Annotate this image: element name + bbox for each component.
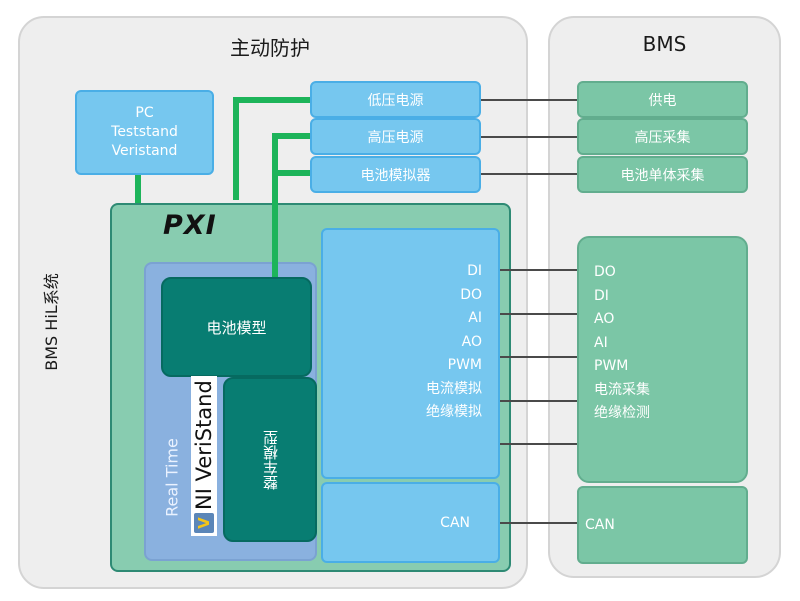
wire-lv-horizontal [233,97,311,103]
wire-io-4 [500,400,577,402]
pxi-io-ao: AO [461,333,482,350]
bms-can-label: CAN [585,517,615,533]
battery-model-block[interactable]: 电池模型 [161,277,312,377]
bms-io-insulation-detect: 绝缘检测 [594,405,650,421]
wire-lv-bms [481,99,577,101]
bms-io-box[interactable]: DO DI AO AI PWM 电流采集 绝缘检测 [577,236,748,483]
pxi-io-pwm: PWM [447,357,482,373]
veristand-label: Veristand [111,143,178,159]
pc-teststand-box[interactable]: PC Teststand Veristand [75,90,214,175]
bms-cell-acquisition-box[interactable]: 电池单体采集 [577,156,748,193]
wire-lv-vertical [233,97,239,200]
wire-io-3 [500,356,577,358]
veristand-icon: V [194,513,214,533]
bms-io-current-acq: 电流采集 [594,381,650,398]
pxi-can-box[interactable]: CAN [321,482,500,563]
pxi-io-insulation-sim: 绝缘模拟 [426,404,482,420]
pxi-io-current-sim: 电流模拟 [426,380,482,397]
wire-batsim-horizontal [272,170,311,176]
battery-simulator-box[interactable]: 电池模拟器 [310,156,481,193]
wire-hv-bms [481,136,577,138]
pxi-io-box[interactable]: DI DO AI AO PWM 电流模拟 绝缘模拟 [321,228,500,479]
active-protection-title: 主动防护 [230,36,310,60]
bms-hv-acquisition-box[interactable]: 高压采集 [577,118,748,155]
pc-label: PC [135,105,154,121]
pxi-io-do: DO [460,286,482,303]
bms-title: BMS [642,32,687,56]
low-voltage-supply-box[interactable]: 低压电源 [310,81,481,118]
bms-io-pwm: PWM [594,358,629,374]
pxi-logo: PXI [163,210,217,241]
vehicle-model-label: 整车模型 [261,429,280,490]
veristand-label: NI VeriStand [192,380,216,510]
wire-hv-horizontal [272,133,311,139]
pxi-io-di: DI [467,263,482,279]
wire-io-1 [500,269,577,271]
wire-pc-pxi [135,174,141,205]
pxi-can-label: CAN [440,514,470,531]
pxi-io-ai: AI [468,310,482,326]
bms-power-supply-box[interactable]: 供电 [577,81,748,118]
wire-hv-to-battery-model [272,200,278,277]
veristand-badge: V NI VeriStand [191,376,217,536]
system-label: BMS HiL系统 [42,273,61,371]
wire-io-2 [500,313,577,315]
bms-io-di: DI [594,287,609,304]
wire-batsim-bms [481,173,577,175]
bms-io-ao: AO [594,311,615,327]
bms-io-ai: AI [594,334,608,351]
realtime-label: Real Time [162,438,182,517]
teststand-label: Teststand [111,124,178,140]
wire-can [500,522,577,524]
vehicle-model-block[interactable]: 整车模型 [223,377,317,542]
wire-io-5 [500,443,577,445]
bms-io-do: DO [594,264,616,280]
bms-can-box[interactable]: CAN [577,486,748,564]
high-voltage-supply-box[interactable]: 高压电源 [310,118,481,155]
